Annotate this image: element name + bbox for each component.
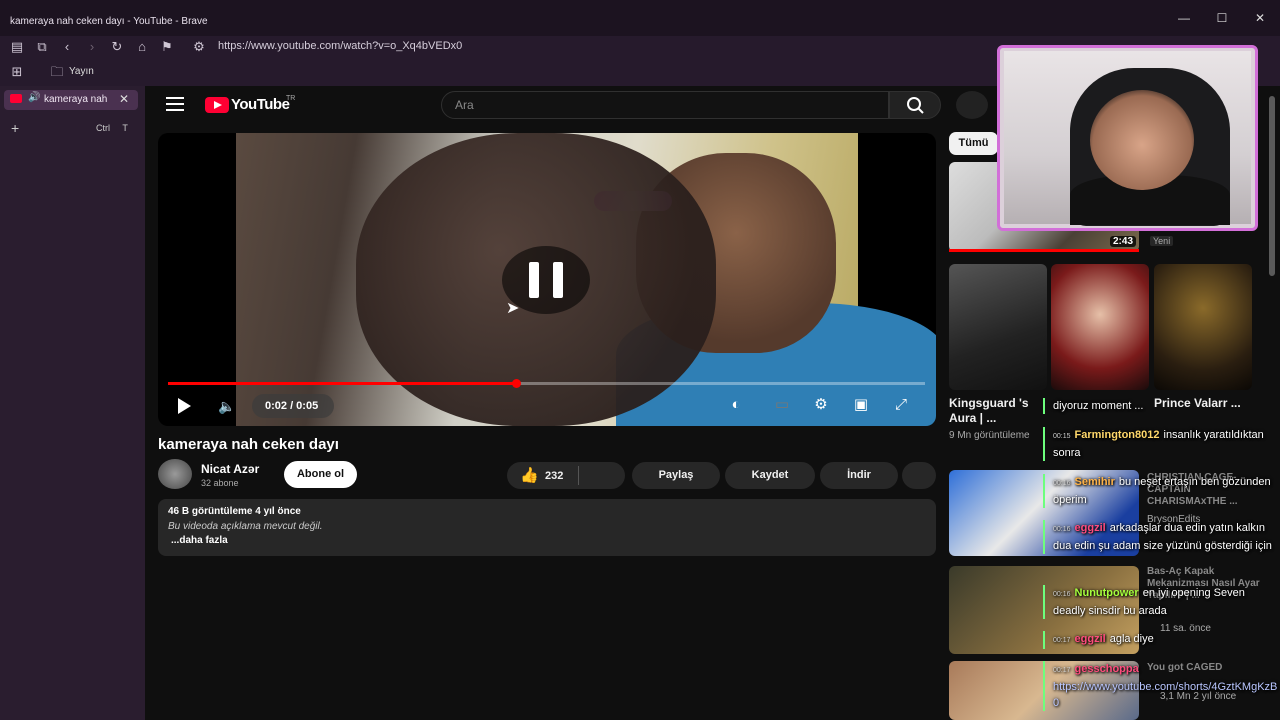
chat-time: 00:16 xyxy=(1053,591,1071,598)
short-title[interactable]: Kingsguard 's Aura | ... xyxy=(949,396,1047,426)
new-badge: Yeni xyxy=(1150,236,1174,246)
bookmark-icon[interactable]: ⚑ xyxy=(158,38,176,56)
minimize-icon[interactable]: — xyxy=(1174,8,1194,28)
watched-progress xyxy=(949,249,1139,252)
back-icon[interactable]: ‹ xyxy=(58,38,76,56)
progress-fill xyxy=(168,382,516,385)
webcam-content xyxy=(1090,90,1194,190)
scrollbar[interactable] xyxy=(1269,96,1275,276)
site-settings-icon[interactable]: ⚙ xyxy=(190,38,208,56)
theater-mode-icon[interactable]: ▣ xyxy=(851,397,871,413)
chat-username: eggzil xyxy=(1074,522,1106,534)
search-icon xyxy=(907,97,924,114)
divider xyxy=(578,466,579,485)
play-icon[interactable] xyxy=(178,398,191,414)
chat-username: eggzil xyxy=(1074,633,1106,645)
home-icon[interactable]: ⌂ xyxy=(133,38,151,56)
fullscreen-icon[interactable]: ⤢ xyxy=(891,397,911,413)
chat-text: diyoruz moment ... xyxy=(1053,400,1144,412)
chat-message: diyoruz moment ... xyxy=(1043,398,1280,414)
youtube-logo-icon[interactable] xyxy=(205,97,229,113)
chat-time: 00:15 xyxy=(1053,433,1071,440)
chat-message: 00:15 Farmington8012 insanlık yaratıldıkta… xyxy=(1043,427,1280,461)
show-more-link[interactable]: ...daha fazla xyxy=(171,535,228,546)
description-text: Bu videoda açıklama mevcut değil. xyxy=(168,521,323,532)
search-placeholder: Ara xyxy=(455,98,474,112)
short-thumbnail[interactable] xyxy=(949,264,1047,390)
chat-message: 00:17 gesschoppa https://www.youtube.com/s… xyxy=(1043,661,1280,711)
new-tab-shortcut: Ctrl T xyxy=(96,123,128,133)
chat-time: 00:16 xyxy=(1053,526,1071,533)
chip-all[interactable]: Tümü xyxy=(949,132,998,155)
settings-icon[interactable]: ⚙ xyxy=(811,397,831,413)
chat-time: 00:17 xyxy=(1053,667,1071,674)
reload-icon[interactable]: ↻ xyxy=(108,38,126,56)
search-button[interactable] xyxy=(889,91,941,119)
share-button[interactable]: Paylaş xyxy=(632,462,720,489)
progress-scrubber[interactable] xyxy=(512,379,521,388)
chat-message: 00:16 eggzil arkadaşlar dua edin yatın kal… xyxy=(1043,520,1280,554)
voice-search-button[interactable] xyxy=(956,91,988,119)
short-views: 9 Mn görüntüleme xyxy=(949,430,1030,441)
chat-message: 00:16 Nunutpower en iyi opening Seven dead… xyxy=(1043,585,1280,619)
pause-icon xyxy=(529,262,539,298)
view-stats: 46 B görüntüleme 4 yıl önce xyxy=(168,506,301,517)
chat-message: 00:17 eggzil agla diye xyxy=(1043,631,1280,649)
chat-username: Nunutpower xyxy=(1074,587,1139,599)
short-thumbnail[interactable] xyxy=(1051,264,1149,390)
chat-username: gesschoppa xyxy=(1074,663,1139,675)
subscribe-button[interactable]: Abone ol xyxy=(284,461,357,488)
more-actions-button[interactable] xyxy=(902,462,936,489)
pause-icon xyxy=(553,262,563,298)
chat-message: 00:16 Semihir bu neşet ertaşın ben gözünde… xyxy=(1043,474,1280,508)
chat-time: 00:16 xyxy=(1053,480,1071,487)
cursor-icon: ➤ xyxy=(506,300,520,317)
chat-username: Semihir xyxy=(1074,476,1115,488)
tab-title: kameraya nah xyxy=(44,94,108,105)
download-button[interactable]: İndir xyxy=(820,462,898,489)
channel-name[interactable]: Nicat Azər xyxy=(201,462,259,476)
chat-username: Farmington8012 xyxy=(1074,429,1160,441)
channel-avatar[interactable] xyxy=(158,459,192,489)
folder-icon: 🗀 xyxy=(50,64,64,79)
tabs-icon[interactable]: ⧉ xyxy=(33,38,51,56)
maximize-icon[interactable]: ☐ xyxy=(1212,8,1232,28)
youtube-logo-text[interactable]: YouTube xyxy=(231,96,290,113)
apps-icon[interactable]: ⊞ xyxy=(8,63,26,81)
address-bar[interactable]: https://www.youtube.com/watch?v=o_Xq4bVE… xyxy=(218,40,462,52)
bookmark-folder[interactable]: Yayın xyxy=(69,66,94,77)
short-thumbnail[interactable] xyxy=(1154,264,1252,390)
autoplay-toggle-icon[interactable]: ◐ xyxy=(726,397,746,413)
vertical-tabs xyxy=(0,86,145,720)
volume-icon[interactable]: 🔈 xyxy=(218,398,235,415)
video-title: kameraya nah ceken dayı xyxy=(158,436,339,453)
window-title: kameraya nah ceken dayı - YouTube - Brav… xyxy=(10,16,208,27)
close-tab-icon[interactable]: ✕ xyxy=(119,92,129,106)
menu-icon[interactable] xyxy=(166,97,184,111)
save-button[interactable]: Kaydet xyxy=(725,462,815,489)
chat-time: 00:17 xyxy=(1053,637,1071,644)
audio-playing-icon[interactable]: 🔊 xyxy=(28,92,40,103)
like-icon[interactable]: 👍 xyxy=(520,466,539,484)
forward-icon[interactable]: › xyxy=(83,38,101,56)
youtube-favicon-icon xyxy=(10,94,22,103)
like-count[interactable]: 232 xyxy=(545,470,563,482)
subtitles-icon[interactable]: ▭ xyxy=(772,397,792,413)
subscriber-count: 32 abone xyxy=(201,478,239,488)
time-text: 0:02 / 0:05 xyxy=(265,400,319,412)
sidebar-toggle-icon[interactable]: ▤ xyxy=(8,38,26,56)
close-window-icon[interactable]: ✕ xyxy=(1250,8,1270,28)
chat-text: agla diye xyxy=(1109,633,1154,645)
region-code: TR xyxy=(286,95,296,102)
search-input[interactable] xyxy=(441,91,889,119)
video-duration: 2:43 xyxy=(1110,236,1137,247)
chat-link: https://www.youtube.com/shorts/4GztKMgKz… xyxy=(1053,681,1278,709)
new-tab-icon[interactable]: + xyxy=(11,120,19,136)
